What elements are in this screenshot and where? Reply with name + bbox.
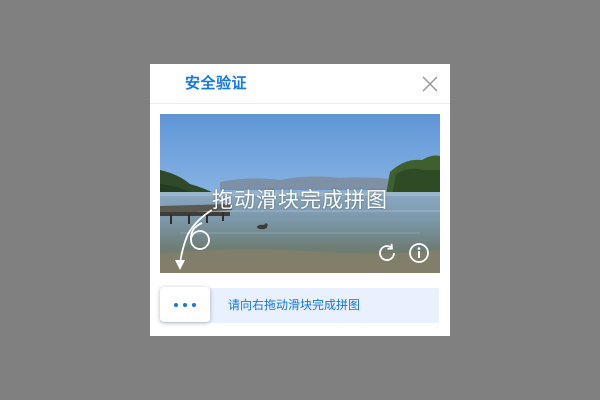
dialog-header: 安全验证 — [150, 64, 450, 104]
security-verification-dialog: 安全验证 拖动滑块完成拼图 请向右拖动滑块完成拼图 — [150, 64, 450, 336]
dot — [183, 302, 187, 307]
dialog-title: 安全验证 — [185, 74, 248, 92]
close-icon — [422, 76, 438, 92]
captcha-puzzle-image: 拖动滑块完成拼图 — [160, 114, 440, 273]
refresh-icon — [379, 243, 395, 261]
drag-hint-arrow-icon — [175, 209, 213, 270]
slider-track[interactable]: 请向右拖动滑块完成拼图 — [160, 287, 439, 323]
close-button[interactable] — [420, 74, 440, 94]
dot — [192, 302, 196, 307]
info-icon — [409, 243, 429, 263]
more-dots-icon — [160, 287, 210, 322]
refresh-button[interactable] — [376, 242, 398, 264]
slider-instruction: 请向右拖动滑块完成拼图 — [228, 298, 361, 312]
info-button[interactable] — [408, 242, 430, 264]
dot — [174, 302, 178, 307]
slider-handle[interactable] — [160, 287, 210, 322]
